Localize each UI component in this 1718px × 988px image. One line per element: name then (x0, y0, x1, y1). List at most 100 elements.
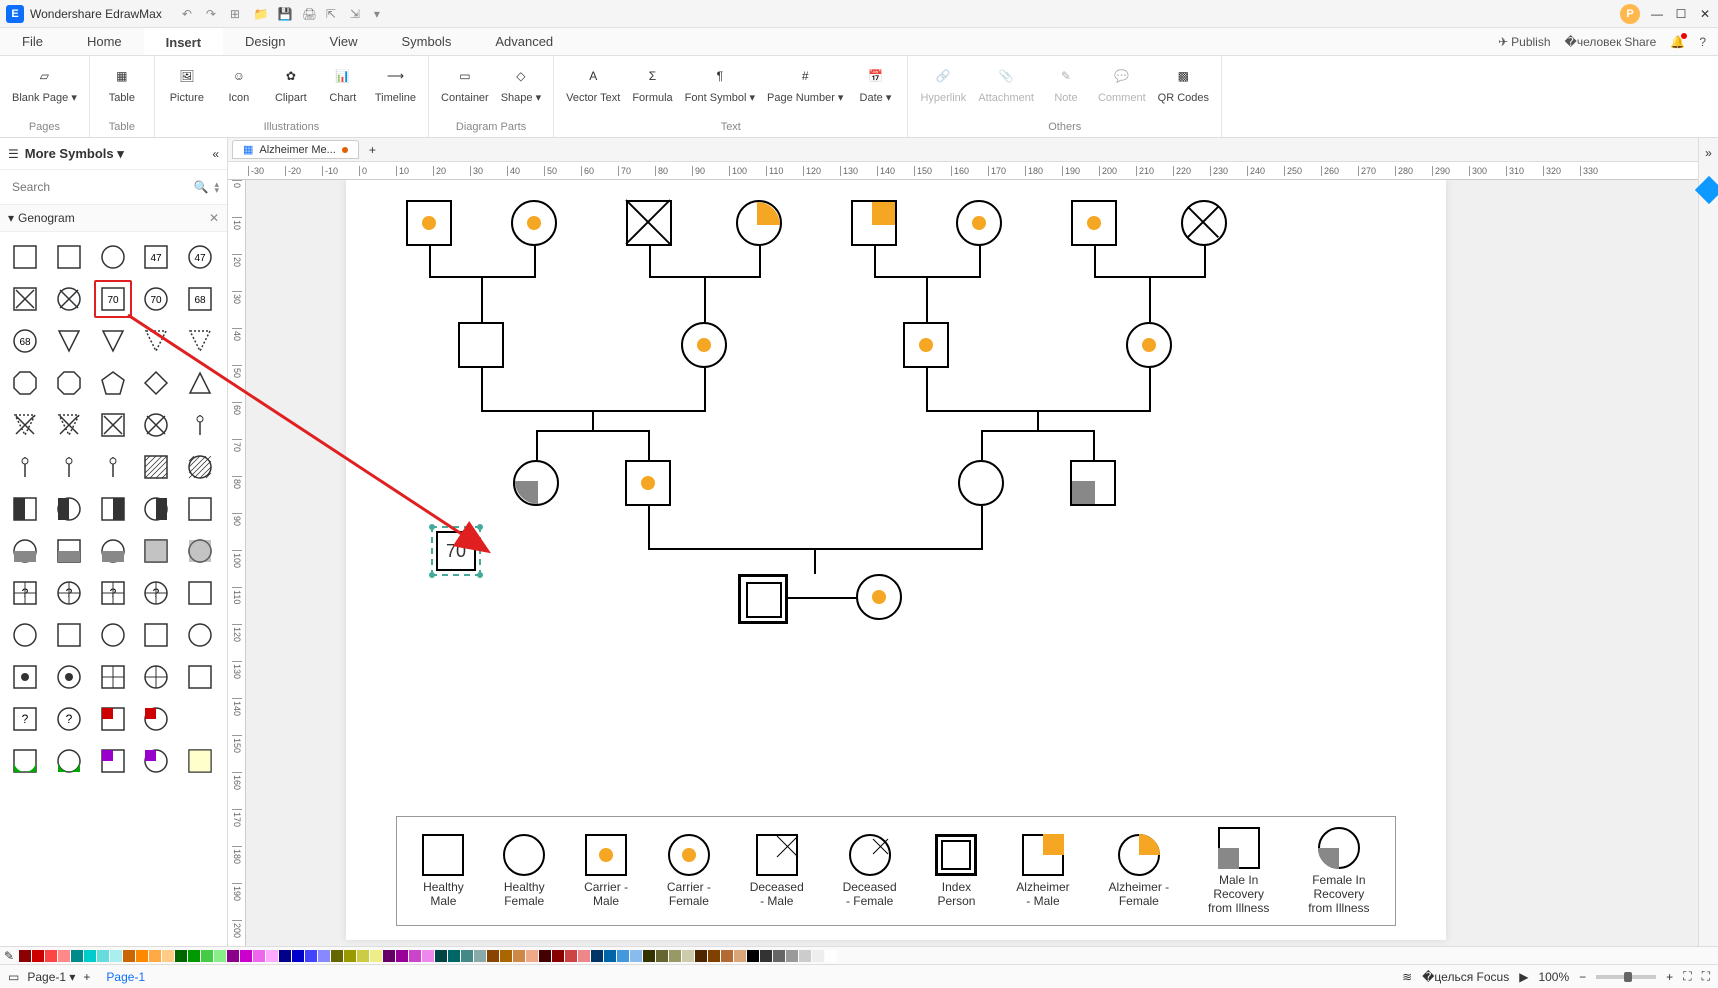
shape-button[interactable]: ◇Shape ▾ (497, 60, 545, 109)
color-swatch[interactable] (773, 950, 785, 962)
color-swatch[interactable] (630, 950, 642, 962)
color-swatch[interactable] (799, 950, 811, 962)
color-swatch[interactable] (58, 950, 70, 962)
shape-sq-l[interactable] (50, 616, 88, 654)
shape-ci-dot[interactable] (50, 658, 88, 696)
color-swatch[interactable] (201, 950, 213, 962)
color-swatch[interactable] (617, 950, 629, 962)
shape-ci-quad2[interactable]: ? (137, 574, 175, 612)
print-icon[interactable]: 🖨 (302, 7, 316, 21)
dropped-shape[interactable]: 70 (431, 526, 481, 576)
help-icon[interactable]: ? (1699, 35, 1706, 49)
section-close-icon[interactable]: ✕ (209, 211, 219, 225)
zoom-out-icon[interactable]: − (1579, 970, 1586, 984)
color-swatch[interactable] (591, 950, 603, 962)
color-swatch[interactable] (279, 950, 291, 962)
publish-button[interactable]: ✈ Publish (1498, 35, 1550, 49)
redo-icon[interactable]: ↷ (206, 7, 220, 21)
color-swatch[interactable] (409, 950, 421, 962)
shape-sq-half-b[interactable] (50, 532, 88, 570)
date-button[interactable]: 📅Date ▾ (851, 60, 899, 109)
color-swatch[interactable] (32, 950, 44, 962)
color-swatch[interactable] (71, 950, 83, 962)
shape-tri-up[interactable] (181, 364, 219, 402)
shape-tri-dn-ci[interactable] (94, 322, 132, 360)
color-swatch[interactable] (656, 950, 668, 962)
add-tab-icon[interactable]: + (369, 143, 376, 157)
shape-sq-half-r[interactable] (94, 490, 132, 528)
color-swatch[interactable] (526, 950, 538, 962)
table-button[interactable]: ▦Table (98, 60, 146, 109)
shape-oct-ci[interactable] (50, 364, 88, 402)
eyedropper-icon[interactable]: ✎ (4, 949, 14, 963)
color-swatch[interactable] (162, 950, 174, 962)
open-icon[interactable]: 📁 (254, 7, 268, 21)
color-swatch[interactable] (331, 950, 343, 962)
picture-button[interactable]: 🖼Picture (163, 60, 211, 109)
color-swatch[interactable] (175, 950, 187, 962)
shape-ci-pur[interactable] (137, 742, 175, 780)
vector-text-button[interactable]: AVector Text (562, 60, 624, 109)
shape-line-v2[interactable] (6, 448, 44, 486)
color-swatch[interactable] (747, 950, 759, 962)
shape-diam[interactable] (137, 364, 175, 402)
shape-sq-dot[interactable] (6, 658, 44, 696)
shape-ci-cross[interactable] (137, 658, 175, 696)
color-swatch[interactable] (45, 950, 57, 962)
zoom-slider[interactable] (1596, 975, 1656, 979)
color-swatch[interactable] (383, 950, 395, 962)
shape-ci-half-r[interactable] (137, 490, 175, 528)
qat-more-icon[interactable]: ▾ (374, 7, 388, 21)
shape-sq-hatch[interactable] (137, 448, 175, 486)
shape-sq-split[interactable] (181, 658, 219, 696)
shape-sq-quad[interactable]: ? (6, 574, 44, 612)
color-swatch[interactable] (708, 950, 720, 962)
color-swatch[interactable] (227, 950, 239, 962)
color-swatch[interactable] (513, 950, 525, 962)
share-button[interactable]: �человек Share (1565, 35, 1657, 49)
user-avatar[interactable]: P (1620, 4, 1640, 24)
shape-sq-empty[interactable] (6, 238, 44, 276)
color-swatch[interactable] (552, 950, 564, 962)
shape-ci-q[interactable]: ? (50, 700, 88, 738)
color-swatch[interactable] (344, 950, 356, 962)
shape-line-v4[interactable] (94, 448, 132, 486)
notifications-icon[interactable]: 🔔 (1670, 35, 1685, 49)
maximize-icon[interactable]: ☐ (1674, 7, 1688, 21)
formula-button[interactable]: ΣFormula (628, 60, 676, 109)
shape-line-v[interactable] (181, 406, 219, 444)
shape-ci-70[interactable]: 70 (137, 280, 175, 318)
color-swatch[interactable] (370, 950, 382, 962)
color-swatch[interactable] (136, 950, 148, 962)
color-swatch[interactable] (825, 950, 837, 962)
layers-icon[interactable]: ≋ (1402, 970, 1412, 984)
collapse-panel-icon[interactable]: « (212, 147, 219, 161)
color-swatch[interactable] (396, 950, 408, 962)
menu-tab-design[interactable]: Design (223, 28, 307, 55)
icon-button[interactable]: ☺Icon (215, 60, 263, 109)
menu-tab-home[interactable]: Home (65, 28, 144, 55)
shape-ci-half-b2[interactable] (94, 532, 132, 570)
present-icon[interactable]: ▶ (1519, 970, 1528, 984)
color-swatch[interactable] (253, 950, 265, 962)
export-icon[interactable]: ⇱ (326, 7, 340, 21)
shape-tri-x2[interactable] (50, 406, 88, 444)
color-swatch[interactable] (643, 950, 655, 962)
color-swatch[interactable] (266, 950, 278, 962)
shape-sq-cross[interactable] (94, 658, 132, 696)
color-swatch[interactable] (422, 950, 434, 962)
section-title[interactable]: Genogram (18, 211, 75, 225)
shape-ci-grey[interactable] (181, 532, 219, 570)
focus-button[interactable]: �целься Focus (1422, 970, 1509, 984)
timeline-button[interactable]: ⟶Timeline (371, 60, 420, 109)
color-swatch[interactable] (721, 950, 733, 962)
shape-sq-grey[interactable] (137, 532, 175, 570)
shape-sq-quad2[interactable]: ? (94, 574, 132, 612)
color-swatch[interactable] (734, 950, 746, 962)
shape-empty59[interactable] (181, 700, 219, 738)
shape-tri-dn[interactable] (50, 322, 88, 360)
blank-page-button[interactable]: ▱Blank Page ▾ (8, 60, 81, 109)
color-swatch[interactable] (578, 950, 590, 962)
font-symbol-button[interactable]: ¶Font Symbol ▾ (681, 60, 759, 109)
shape-sq-red[interactable] (94, 700, 132, 738)
